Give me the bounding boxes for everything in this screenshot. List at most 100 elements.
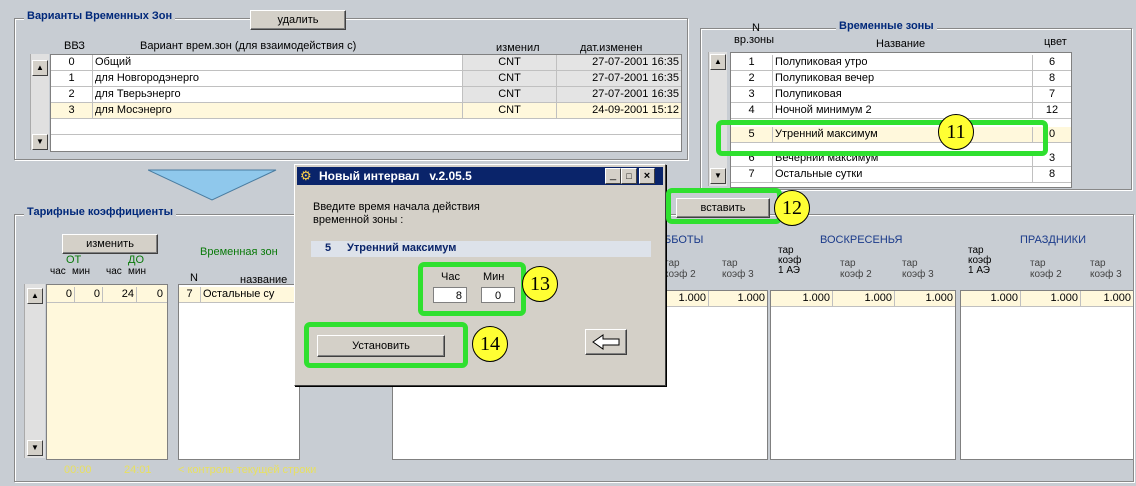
sun-coef3-label: тар коэф 3 bbox=[902, 258, 934, 280]
min-to-label: мин bbox=[128, 266, 146, 277]
callout-box-12 bbox=[666, 188, 782, 224]
sat-coef3-label: тар коэф 3 bbox=[722, 258, 754, 280]
col-variant: Вариант врем.зон (для взаимодействия с) bbox=[140, 40, 357, 52]
zone-table: 7 Остальные су bbox=[178, 284, 300, 460]
callout-box-14 bbox=[304, 322, 468, 368]
min-from-label: мин bbox=[72, 266, 90, 277]
saturdays-header: ББОТЫ bbox=[664, 234, 704, 246]
sat-coef2-label: тар коэф 2 bbox=[664, 258, 696, 280]
dialog-title: Новый интервал v.2.05.5 bbox=[319, 169, 472, 183]
cell-coef3: 1.000 bbox=[1103, 292, 1131, 304]
close-icon[interactable]: × bbox=[639, 168, 655, 184]
selected-zone-number: 5 bbox=[325, 242, 332, 254]
cell-from-hour: 0 bbox=[47, 287, 75, 302]
maximize-icon[interactable]: □ bbox=[621, 168, 637, 184]
scroll-up-icon[interactable]: ▲ bbox=[710, 54, 726, 70]
table-row[interactable]: 3 Полупиковая 7 bbox=[731, 87, 1071, 103]
sundays-table: 1.000 1.000 1.000 bbox=[770, 290, 956, 460]
table-row[interactable]: 2 Полупиковая вечер 8 bbox=[731, 71, 1071, 87]
cell-vvz: 1 bbox=[51, 71, 93, 86]
sundays-header: ВОСКРЕСЕНЬЯ bbox=[820, 234, 903, 246]
cell-at: 27-07-2001 16:35 bbox=[557, 71, 681, 86]
delete-button[interactable]: удалить bbox=[250, 10, 346, 30]
footer-hint: < контроль текущей строки bbox=[178, 464, 317, 476]
cell-n: 1 bbox=[731, 55, 773, 70]
zones-title: Временные зоны bbox=[836, 20, 937, 32]
cell-at: 24-09-2001 15:12 bbox=[592, 104, 679, 116]
col-changed-by: изменил bbox=[496, 42, 540, 54]
cell-color: 12 bbox=[1045, 104, 1059, 116]
table-row[interactable]: 7 Остальные сутки 8 bbox=[731, 167, 1071, 183]
back-button[interactable] bbox=[585, 329, 627, 355]
cell-by: CNT bbox=[463, 103, 557, 118]
callout-box-11 bbox=[716, 120, 1048, 156]
cell-n: 2 bbox=[731, 71, 773, 86]
cell-by: CNT bbox=[463, 55, 557, 70]
cell-color: 7 bbox=[1048, 88, 1056, 100]
variants-title: Варианты Временных Зон bbox=[24, 10, 176, 22]
cell-name: Полупиковая утро bbox=[773, 55, 1033, 70]
cell-at: 27-07-2001 16:35 bbox=[557, 87, 681, 102]
scroll-up-icon[interactable]: ▲ bbox=[27, 288, 43, 304]
cell-name: Полупиковая bbox=[773, 87, 1033, 102]
hour-from-label: час bbox=[50, 266, 66, 277]
cell-vvz: 2 bbox=[51, 87, 93, 102]
scroll-down-icon[interactable]: ▼ bbox=[710, 168, 726, 184]
col-zone-name: Название bbox=[876, 38, 926, 50]
col-zone-n-bottom: вр.зоны bbox=[734, 34, 775, 46]
table-row[interactable]: 0 Общий CNT 27-07-2001 16:35 bbox=[51, 55, 681, 71]
cell-coef1: 1.000 bbox=[771, 291, 833, 306]
cell-coef2: 1.000 bbox=[833, 291, 895, 306]
sun-coef2-label: тар коэф 2 bbox=[840, 258, 872, 280]
selected-zone-name: Утренний максимум bbox=[347, 242, 457, 254]
tariff-scrollbar[interactable] bbox=[24, 284, 45, 458]
col-zone-color: цвет bbox=[1044, 36, 1067, 48]
dialog-titlebar[interactable]: ⚙ Новый интервал v.2.05.5 _ □ × bbox=[297, 167, 663, 185]
time-table: 0 0 24 0 bbox=[46, 284, 168, 460]
callout-14: 14 bbox=[472, 326, 508, 362]
minimize-icon[interactable]: _ bbox=[605, 168, 621, 184]
to-label: ДО bbox=[128, 254, 145, 266]
callout-13: 13 bbox=[522, 266, 558, 302]
table-row[interactable] bbox=[51, 119, 681, 135]
cell-name: для Мосэнерго bbox=[93, 103, 463, 118]
col-changed-at: дат.изменен bbox=[580, 42, 643, 54]
holidays-table: 1.000 1.000 1.000 bbox=[960, 290, 1133, 460]
table-row[interactable]: 1 для Новгородэнерго CNT 27-07-2001 16:3… bbox=[51, 71, 681, 87]
cell-n: 7 bbox=[179, 287, 201, 302]
table-row[interactable]: 1.000 1.000 1.000 bbox=[771, 291, 955, 307]
cell-by: CNT bbox=[463, 71, 557, 86]
col-zone-n-top: N bbox=[752, 22, 760, 34]
table-row[interactable]: 0 0 24 0 bbox=[47, 287, 167, 303]
cell-to-hour: 24 bbox=[103, 287, 137, 302]
cell-by: CNT bbox=[463, 87, 557, 102]
cell-name: Ночной минимум 2 bbox=[773, 103, 1033, 118]
selected-zone-bar: 5 Утренний максимум bbox=[311, 241, 651, 257]
zone-label: Временная зон bbox=[200, 246, 278, 258]
table-row[interactable]: 4 Ночной минимум 2 12 bbox=[731, 103, 1071, 119]
change-button[interactable]: изменить bbox=[62, 234, 158, 254]
hol-coef1-label: тар коэф 1 АЭ bbox=[968, 245, 992, 276]
callout-11: 11 bbox=[938, 114, 974, 150]
scroll-up-icon[interactable]: ▲ bbox=[32, 60, 48, 76]
hol-coef2-label: тар коэф 2 bbox=[1030, 258, 1062, 280]
zones-scrollbar[interactable] bbox=[708, 52, 727, 186]
cell-name: Остальные су bbox=[203, 288, 275, 300]
table-row[interactable]: 7 Остальные су bbox=[179, 287, 299, 303]
table-row-selected[interactable]: 3 для Мосэнерго CNT 24-09-2001 15:12 bbox=[51, 103, 681, 119]
scroll-down-icon[interactable]: ▼ bbox=[32, 134, 48, 150]
variants-table: 0 Общий CNT 27-07-2001 16:35 1 для Новго… bbox=[50, 54, 682, 152]
scroll-down-icon[interactable]: ▼ bbox=[27, 440, 43, 456]
hour-to-label: час bbox=[106, 266, 122, 277]
table-row[interactable]: 1.000 1.000 1.000 bbox=[961, 291, 1133, 307]
cell-coef2: 1.000 bbox=[1021, 291, 1081, 306]
table-row[interactable]: 2 для Тверьэнерго CNT 27-07-2001 16:35 bbox=[51, 87, 681, 103]
callout-12: 12 bbox=[774, 190, 810, 226]
cell-n: 4 bbox=[731, 103, 773, 118]
transfer-arrow-icon bbox=[148, 169, 277, 201]
cell-color: 6 bbox=[1048, 56, 1056, 68]
table-row[interactable]: 1 Полупиковая утро 6 bbox=[731, 55, 1071, 71]
tariff-title: Тарифные коэффициенты bbox=[24, 206, 176, 218]
cell-n: 7 bbox=[731, 167, 773, 182]
from-label: ОТ bbox=[66, 254, 82, 266]
